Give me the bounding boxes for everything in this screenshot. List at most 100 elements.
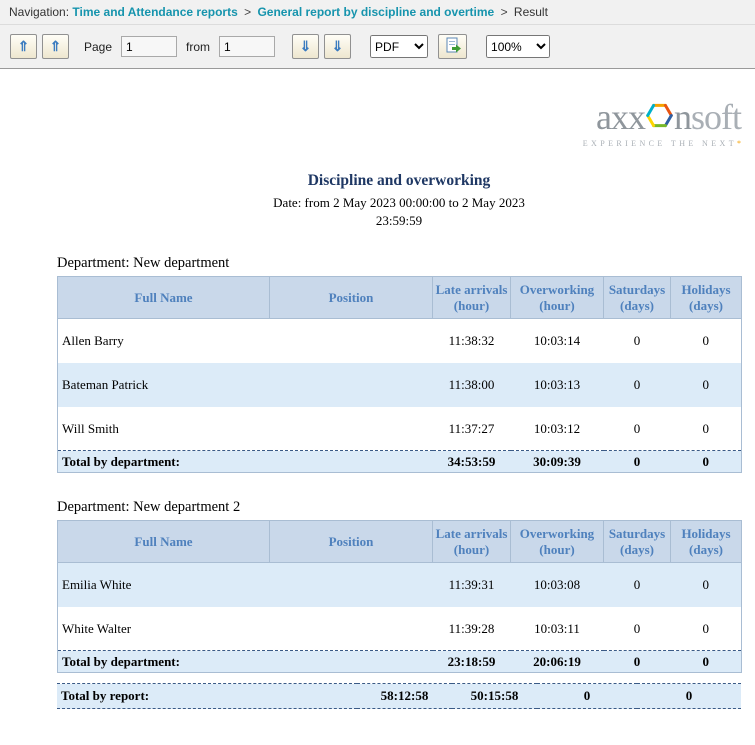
col-header-holidays: Holidays (days) [671, 277, 742, 319]
col-header-late: Late arrivals (hour) [433, 521, 511, 563]
report-total-overworking: 50:15:58 [452, 684, 537, 709]
department-heading: Department: New department 2 [57, 499, 741, 516]
report-date-range: Date: from 2 May 2023 00:00:00 to 2 May … [57, 194, 741, 229]
cell-late-arrivals: 11:38:00 [433, 363, 511, 407]
table-row: Bateman Patrick 11:38:00 10:03:13 0 0 [58, 363, 742, 407]
cell-holidays: 0 [671, 407, 742, 451]
table-header-row: Full Name Position Late arrivals (hour) … [58, 277, 742, 319]
tagline-mark: * [737, 139, 741, 148]
col-header-holidays: Holidays (days) [671, 521, 742, 563]
cell-full-name: Bateman Patrick [58, 363, 270, 407]
axxonsoft-logo: axx nsoft EXPERIENCE THE NEXT* [57, 99, 741, 148]
total-holidays: 0 [671, 451, 742, 473]
nav-label: Navigation: [9, 5, 69, 19]
first-page-icon: ⇑ [18, 38, 30, 55]
col-header-saturdays: Saturdays (days) [604, 277, 671, 319]
cell-late-arrivals: 11:39:31 [433, 563, 511, 607]
breadcrumb-separator: > [244, 5, 251, 19]
total-overworking: 20:06:19 [511, 651, 604, 673]
cell-overworking: 10:03:11 [511, 607, 604, 651]
total-holidays: 0 [671, 651, 742, 673]
department-table-1: Full Name Position Late arrivals (hour) … [57, 276, 742, 473]
cell-saturdays: 0 [604, 607, 671, 651]
last-page-icon: ⇓ [332, 38, 344, 55]
table-row: Allen Barry 11:38:32 10:03:14 0 0 [58, 319, 742, 363]
col-header-full-name: Full Name [58, 521, 270, 563]
total-pages-input[interactable] [219, 36, 275, 57]
breadcrumb: Navigation: Time and Attendance reports … [0, 0, 755, 25]
total-late-arrivals: 34:53:59 [433, 451, 511, 473]
col-header-overworking: Overworking (hour) [511, 277, 604, 319]
total-overworking: 30:09:39 [511, 451, 604, 473]
table-row: Will Smith 11:37:27 10:03:12 0 0 [58, 407, 742, 451]
next-page-button[interactable]: ⇓ [292, 34, 319, 59]
department-total-row: Total by department: 34:53:59 30:09:39 0… [58, 451, 742, 473]
cell-saturdays: 0 [604, 319, 671, 363]
logo-tagline: EXPERIENCE THE NEXT* [57, 139, 741, 148]
total-saturdays: 0 [604, 451, 671, 473]
prev-page-button[interactable]: ⇑ [42, 34, 69, 59]
report-toolbar: ⇑ ⇑ Page from ⇓ ⇓ PDF 100% [0, 25, 755, 69]
report-total-holidays: 0 [637, 684, 741, 709]
cell-full-name: White Walter [58, 607, 270, 651]
total-late-arrivals: 23:18:59 [433, 651, 511, 673]
col-header-position: Position [270, 277, 433, 319]
nav-link-general-report[interactable]: General report by discipline and overtim… [257, 5, 494, 19]
cell-full-name: Will Smith [58, 407, 270, 451]
table-header-row: Full Name Position Late arrivals (hour) … [58, 521, 742, 563]
department-table-2: Full Name Position Late arrivals (hour) … [57, 520, 742, 673]
col-header-full-name: Full Name [58, 277, 270, 319]
col-header-overworking: Overworking (hour) [511, 521, 604, 563]
total-label: Total by department: [58, 651, 433, 673]
cell-position [270, 607, 433, 651]
cell-position [270, 407, 433, 451]
col-header-position: Position [270, 521, 433, 563]
last-page-button[interactable]: ⇓ [324, 34, 351, 59]
cell-full-name: Allen Barry [58, 319, 270, 363]
cell-overworking: 10:03:13 [511, 363, 604, 407]
cell-late-arrivals: 11:37:27 [433, 407, 511, 451]
col-header-late: Late arrivals (hour) [433, 277, 511, 319]
report-total-table: Total by report: 58:12:58 50:15:58 0 0 [57, 683, 741, 709]
report-title: Discipline and overworking [57, 172, 741, 190]
total-label: Total by department: [58, 451, 433, 473]
cell-holidays: 0 [671, 319, 742, 363]
first-page-button[interactable]: ⇑ [10, 34, 37, 59]
axxon-hexagon-icon [646, 99, 673, 135]
logo-text-axx: axx [596, 99, 645, 135]
cell-full-name: Emilia White [58, 563, 270, 607]
cell-holidays: 0 [671, 363, 742, 407]
logo-text-soft: soft [691, 99, 741, 135]
from-label: from [186, 40, 210, 54]
cell-late-arrivals: 11:39:28 [433, 607, 511, 651]
logo-text-n: n [674, 99, 691, 135]
cell-overworking: 10:03:12 [511, 407, 604, 451]
export-report-button[interactable] [438, 34, 467, 59]
next-page-icon: ⇓ [300, 38, 312, 55]
prev-page-icon: ⇑ [50, 38, 62, 55]
department-total-row: Total by department: 23:18:59 20:06:19 0… [58, 651, 742, 673]
cell-saturdays: 0 [604, 363, 671, 407]
page-input[interactable] [121, 36, 177, 57]
export-report-icon [444, 36, 462, 57]
nav-current-page: Result [514, 5, 548, 19]
zoom-select[interactable]: 100% [486, 35, 550, 58]
nav-link-time-attendance[interactable]: Time and Attendance reports [72, 5, 237, 19]
col-header-saturdays: Saturdays (days) [604, 521, 671, 563]
report-total-late-arrivals: 58:12:58 [357, 684, 452, 709]
breadcrumb-separator: > [501, 5, 508, 19]
report-total-row: Total by report: 58:12:58 50:15:58 0 0 [57, 684, 741, 709]
cell-position [270, 563, 433, 607]
department-heading: Department: New department [57, 255, 741, 272]
cell-position [270, 319, 433, 363]
cell-late-arrivals: 11:38:32 [433, 319, 511, 363]
total-saturdays: 0 [604, 651, 671, 673]
cell-saturdays: 0 [604, 407, 671, 451]
cell-overworking: 10:03:14 [511, 319, 604, 363]
export-format-select[interactable]: PDF [370, 35, 428, 58]
cell-holidays: 0 [671, 563, 742, 607]
cell-saturdays: 0 [604, 563, 671, 607]
cell-position [270, 363, 433, 407]
table-row: White Walter 11:39:28 10:03:11 0 0 [58, 607, 742, 651]
report-total-label: Total by report: [57, 684, 357, 709]
